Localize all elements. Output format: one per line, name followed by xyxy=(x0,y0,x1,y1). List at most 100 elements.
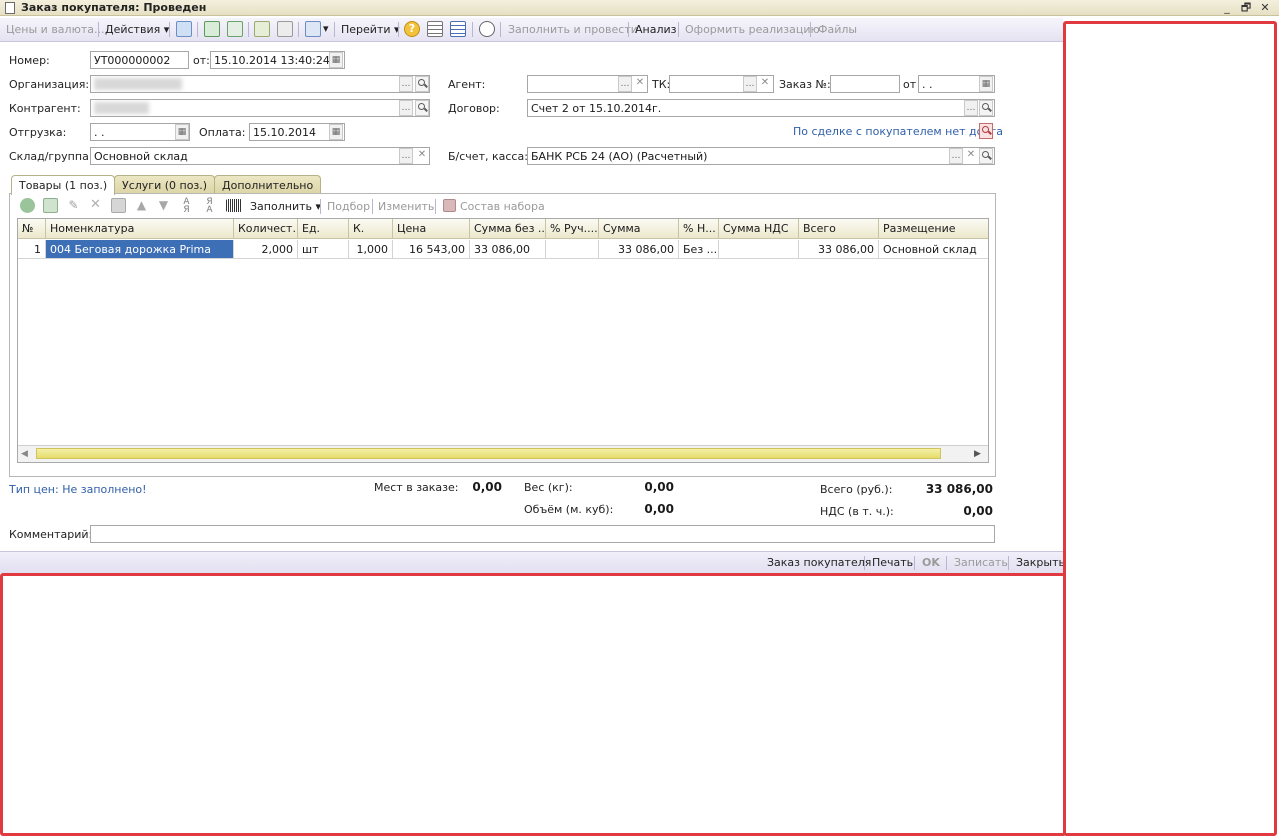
sort-desc-icon[interactable]: ЯA xyxy=(202,198,217,215)
column-header[interactable]: Цена xyxy=(393,219,470,239)
tab-goods[interactable]: Товары (1 поз.) xyxy=(11,175,116,195)
table-cell[interactable]: 33 086,00 xyxy=(470,240,546,259)
select-button[interactable]: … xyxy=(399,148,413,164)
customer-order-button[interactable]: Заказ покупателя xyxy=(767,556,871,569)
rows-icon[interactable] xyxy=(427,21,443,37)
table-cell[interactable]: 33 086,00 xyxy=(799,240,879,259)
post-icon[interactable] xyxy=(176,21,192,37)
table-cell[interactable]: шт xyxy=(298,240,349,259)
column-header[interactable]: Размещение xyxy=(879,219,988,239)
close-button[interactable]: Закрыть xyxy=(1016,556,1065,569)
column-header[interactable]: Номенклатура xyxy=(46,219,234,239)
restore-button[interactable]: 🗗 xyxy=(1237,0,1255,16)
fill-and-post-button[interactable]: Заполнить и провести xyxy=(508,23,638,36)
calendar-icon[interactable]: ▦ xyxy=(175,124,189,140)
search-icon[interactable] xyxy=(979,123,993,139)
column-header[interactable]: Сумма НДС xyxy=(719,219,799,239)
column-header[interactable]: К. xyxy=(349,219,393,239)
delete-icon[interactable]: ✕ xyxy=(88,198,103,213)
actions-menu[interactable]: Действия ▾ xyxy=(105,23,169,36)
column-header[interactable]: Всего xyxy=(799,219,879,239)
select-button[interactable]: … xyxy=(949,148,963,164)
clear-icon[interactable]: ✕ xyxy=(415,148,429,164)
add-icon[interactable] xyxy=(20,198,35,213)
calendar-icon[interactable]: ▦ xyxy=(329,52,343,68)
bank-field[interactable]: БАНК РСБ 24 (АО) (Расчетный) xyxy=(527,147,995,165)
table-cell[interactable]: 004 Беговая дорожка Prima xyxy=(46,240,234,259)
table-cell[interactable]: Основной склад xyxy=(879,240,988,259)
column-header[interactable]: Сумма xyxy=(599,219,679,239)
table-cell[interactable]: 1 xyxy=(18,240,46,259)
clear-icon[interactable]: ✕ xyxy=(758,76,772,92)
order-no-field[interactable] xyxy=(830,75,900,93)
arrow-down-icon[interactable]: ▼ xyxy=(156,198,171,213)
comment-field[interactable] xyxy=(90,525,995,543)
scroll-left-icon[interactable]: ◀ xyxy=(21,449,28,459)
scrollbar-thumb[interactable] xyxy=(36,448,941,459)
horizontal-scrollbar[interactable]: ◀ ▶ xyxy=(18,445,988,462)
barcode-icon[interactable] xyxy=(226,199,242,212)
search-icon[interactable] xyxy=(979,100,993,116)
select-button[interactable]: … xyxy=(399,100,413,116)
column-header[interactable]: Ед. xyxy=(298,219,349,239)
check-list-icon[interactable] xyxy=(450,21,466,37)
chevron-down-icon[interactable]: ▾ xyxy=(323,22,329,35)
bundle-button[interactable]: Состав набора xyxy=(460,200,545,213)
table-cell[interactable]: 2,000 xyxy=(234,240,298,259)
search-icon[interactable] xyxy=(415,100,429,116)
number-field[interactable]: УТ000000002 xyxy=(90,51,189,69)
clear-icon[interactable]: ✕ xyxy=(964,148,978,164)
copy-row-icon[interactable] xyxy=(43,198,58,213)
change-button[interactable]: Изменить xyxy=(378,200,434,213)
column-header[interactable]: Сумма без ... xyxy=(470,219,546,239)
save-row-icon[interactable] xyxy=(111,198,126,213)
minimize-button[interactable]: _ xyxy=(1218,0,1236,16)
save-button[interactable]: Записать xyxy=(954,556,1008,569)
ok-button[interactable]: OK xyxy=(922,556,940,569)
selection-button[interactable]: Подбор xyxy=(327,200,370,213)
organization-field[interactable] xyxy=(90,75,430,93)
help-icon[interactable]: ? xyxy=(404,21,420,37)
select-button[interactable]: … xyxy=(618,76,632,92)
search-icon[interactable] xyxy=(979,148,993,164)
warehouse-field[interactable]: Основной склад xyxy=(90,147,430,165)
scroll-right-icon[interactable]: ▶ xyxy=(974,449,981,459)
clear-icon[interactable]: ✕ xyxy=(633,76,647,92)
column-header[interactable]: % Руч.... xyxy=(546,219,599,239)
column-header[interactable]: Количест... xyxy=(234,219,298,239)
calendar-icon[interactable]: ▦ xyxy=(329,124,343,140)
table-cell[interactable] xyxy=(546,240,599,259)
sort-asc-icon[interactable]: AЯ xyxy=(179,198,194,215)
column-header[interactable]: % Н... xyxy=(679,219,719,239)
table-cell[interactable]: 16 543,00 xyxy=(393,240,470,259)
analysis-button[interactable]: Анализ xyxy=(635,23,677,36)
clock-icon[interactable] xyxy=(479,21,495,37)
table-cell[interactable] xyxy=(719,240,799,259)
tab-additional[interactable]: Дополнительно xyxy=(214,175,322,194)
files-button[interactable]: Файлы xyxy=(818,23,857,36)
refresh-icon[interactable] xyxy=(204,21,220,37)
column-header[interactable]: № xyxy=(18,219,46,239)
table-cell[interactable]: 33 086,00 xyxy=(599,240,679,259)
table-cell[interactable]: Без ... xyxy=(679,240,719,259)
search-icon[interactable] xyxy=(415,76,429,92)
select-button[interactable]: … xyxy=(743,76,757,92)
debt-status-link[interactable]: По сделке с покупателем нет долга xyxy=(793,125,1003,138)
prices-currency-button[interactable]: Цены и валюта... xyxy=(6,23,104,36)
select-button[interactable]: … xyxy=(964,100,978,116)
close-window-button[interactable]: ✕ xyxy=(1256,0,1274,16)
struct-icon[interactable] xyxy=(254,21,270,37)
counterparty-field[interactable] xyxy=(90,99,430,117)
fill-menu[interactable]: Заполнить ▾ xyxy=(250,200,321,213)
contract-field[interactable]: Счет 2 от 15.10.2014г. xyxy=(527,99,995,117)
list-icon[interactable] xyxy=(277,21,293,37)
print-button[interactable]: Печать xyxy=(872,556,913,569)
based-on-icon[interactable] xyxy=(305,21,321,37)
copy-icon[interactable] xyxy=(227,21,243,37)
edit-icon[interactable]: ✎ xyxy=(66,198,81,213)
make-realization-button[interactable]: Оформить реализацию xyxy=(685,23,820,36)
arrow-up-icon[interactable]: ▲ xyxy=(134,198,149,213)
goto-menu[interactable]: Перейти ▾ xyxy=(341,23,400,36)
table-cell[interactable]: 1,000 xyxy=(349,240,393,259)
tab-services[interactable]: Услуги (0 поз.) xyxy=(114,175,216,194)
